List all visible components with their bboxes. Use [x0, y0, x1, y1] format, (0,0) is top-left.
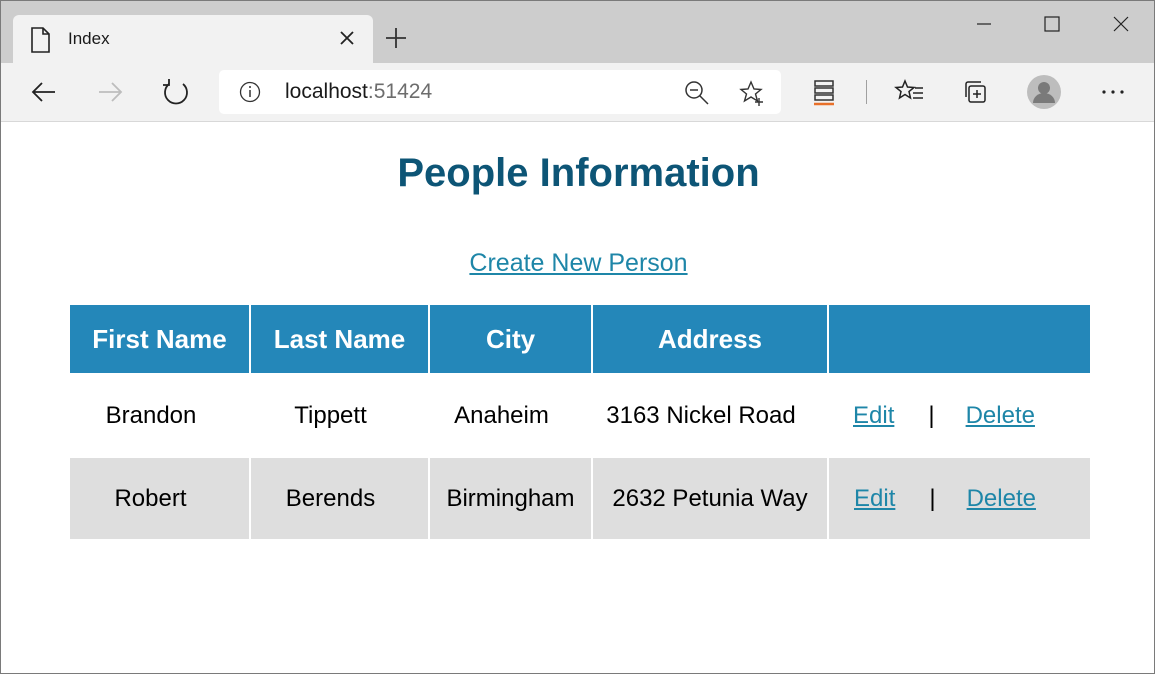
edit-link[interactable]: Edit: [854, 485, 895, 512]
cell-first-name: Robert: [70, 458, 251, 539]
profile-avatar-icon[interactable]: [1027, 75, 1061, 109]
close-tab-icon[interactable]: [335, 26, 359, 50]
delete-link[interactable]: Delete: [967, 485, 1036, 512]
maximize-icon[interactable]: [1032, 9, 1072, 39]
favorites-icon[interactable]: [893, 75, 927, 109]
table-header-row: First Name Last Name City Address: [70, 305, 1090, 373]
cell-first-name: Brandon: [70, 373, 250, 458]
cell-last-name: Tippett: [250, 373, 429, 458]
delete-link[interactable]: Delete: [966, 402, 1035, 429]
forward-arrow-icon[interactable]: [93, 75, 127, 109]
url-host: localhost: [285, 80, 368, 103]
title-bar: Index: [1, 1, 1154, 63]
refresh-icon[interactable]: [159, 75, 193, 109]
people-table: First Name Last Name City Address Brando…: [70, 305, 1090, 539]
minimize-icon[interactable]: [964, 9, 1004, 39]
edit-link[interactable]: Edit: [853, 402, 894, 429]
cell-address: 3163 Nickel Road: [592, 373, 828, 458]
url-port: :51424: [367, 80, 433, 103]
link-separator: |: [929, 484, 936, 512]
tab-title: Index: [68, 29, 110, 48]
create-link-wrapper: Create New Person: [1, 249, 1154, 278]
header-last-name: Last Name: [250, 305, 430, 373]
header-city: City: [429, 305, 593, 373]
link-separator: |: [928, 401, 935, 429]
header-actions: [828, 305, 1090, 373]
browser-toolbar: localhost:51424: [1, 63, 1154, 122]
cell-actions: Edit | Delete: [828, 373, 1090, 458]
new-tab-icon[interactable]: [383, 25, 409, 51]
cell-city: Birmingham: [429, 458, 593, 539]
browser-tab[interactable]: Index: [13, 15, 373, 63]
page-icon: [31, 27, 50, 53]
cell-address: 2632 Petunia Way: [592, 458, 829, 539]
server-extension-icon[interactable]: [807, 75, 841, 109]
url-text[interactable]: localhost:51424: [285, 80, 432, 104]
site-info-icon[interactable]: [239, 81, 261, 103]
header-address: Address: [592, 305, 829, 373]
address-bar[interactable]: localhost:51424: [219, 70, 781, 114]
table-row: Robert Berends Birmingham 2632 Petunia W…: [70, 458, 1090, 539]
toolbar-separator: [866, 80, 867, 104]
favorite-star-icon[interactable]: [738, 79, 766, 107]
cell-actions: Edit | Delete: [828, 458, 1090, 539]
page-content: People Information Create New Person Fir…: [1, 122, 1154, 673]
collections-icon[interactable]: [959, 75, 993, 109]
cell-last-name: Berends: [250, 458, 430, 539]
header-first-name: First Name: [70, 305, 251, 373]
cell-city: Anaheim: [429, 373, 592, 458]
page-title: People Information: [397, 151, 760, 195]
back-arrow-icon[interactable]: [27, 75, 61, 109]
more-options-icon[interactable]: [1096, 75, 1130, 109]
browser-window: Index localhost:51424 People Information…: [0, 0, 1155, 674]
table-row: Brandon Tippett Anaheim 3163 Nickel Road…: [70, 373, 1090, 458]
close-window-icon[interactable]: [1101, 9, 1141, 39]
create-new-person-link[interactable]: Create New Person: [469, 249, 687, 277]
zoom-out-icon[interactable]: [683, 79, 711, 107]
